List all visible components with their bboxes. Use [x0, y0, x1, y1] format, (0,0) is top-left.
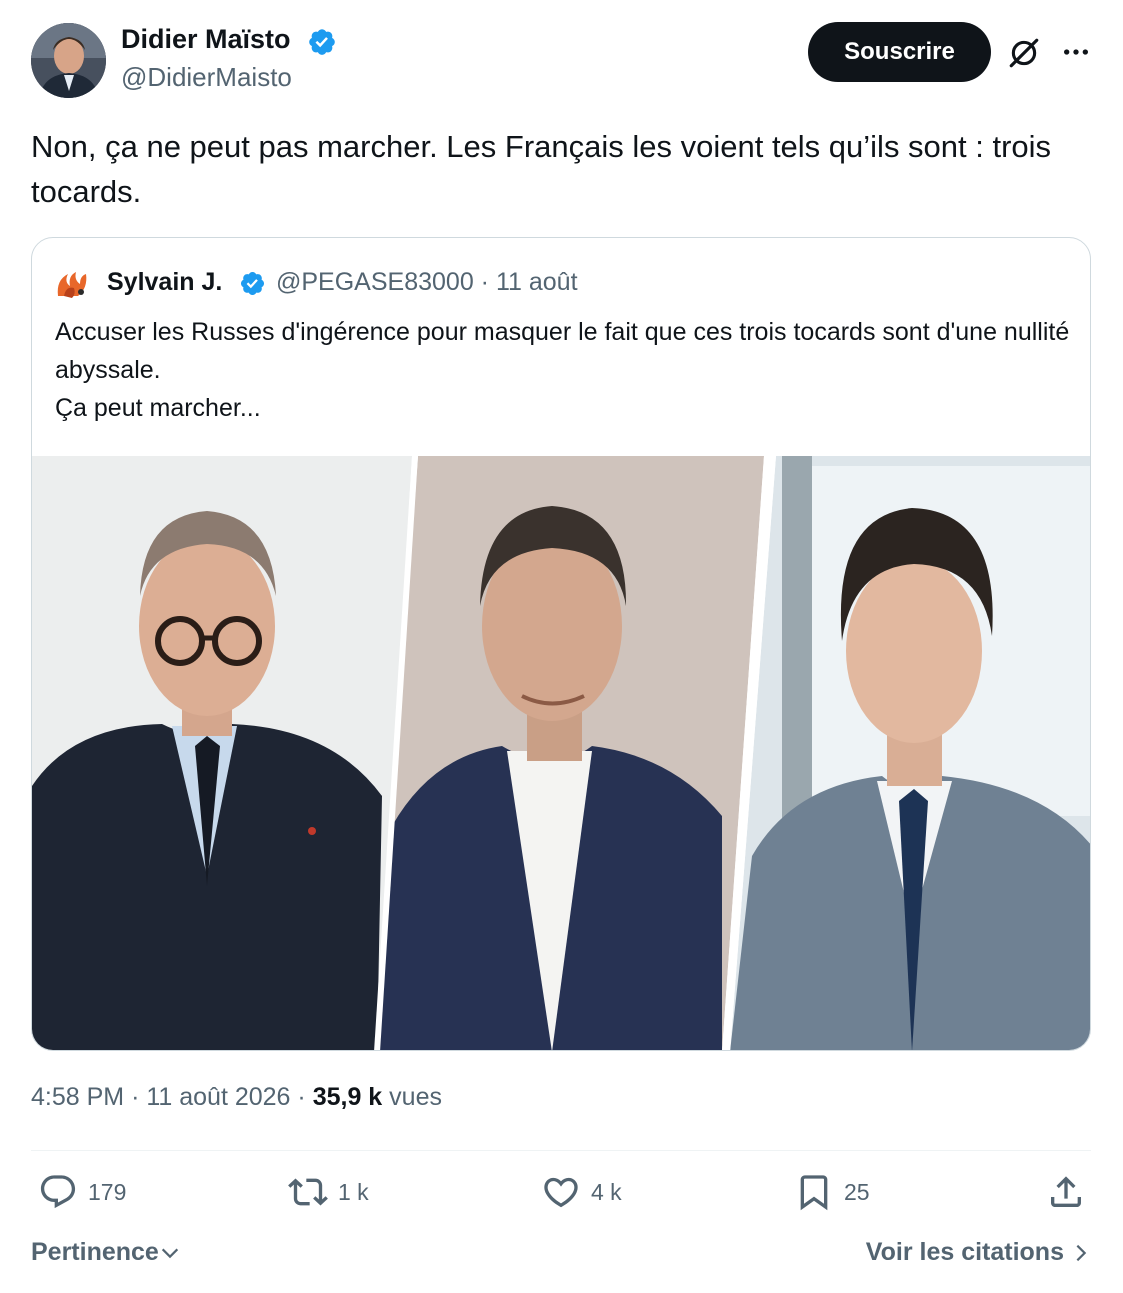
photo-window-frame — [782, 456, 812, 856]
more-icon[interactable] — [1060, 36, 1092, 68]
quote-separator: · — [480, 268, 489, 296]
quote-media-image[interactable] — [32, 456, 1091, 1051]
reply-icon — [40, 1175, 76, 1209]
meta-separator: · — [297, 1083, 306, 1111]
like-button[interactable]: 4 k — [541, 1172, 622, 1212]
view-quotes-label: Voir les citations — [865, 1238, 1064, 1266]
retweet-count: 1 k — [338, 1178, 369, 1205]
chevron-right-icon — [1076, 1244, 1087, 1261]
chevron-down-icon — [161, 1248, 178, 1258]
divider — [31, 1150, 1091, 1151]
quote-text: Accuser les Russes d'ingérence pour masq… — [55, 313, 1075, 427]
share-icon — [1051, 1176, 1081, 1207]
reply-button[interactable]: 179 — [38, 1172, 126, 1212]
views-count: 35,9 k — [312, 1083, 383, 1111]
author-name[interactable]: Didier Maïsto — [121, 24, 291, 55]
bookmark-button[interactable]: 25 — [794, 1172, 870, 1212]
tweet-date[interactable]: 11 août 2026 — [146, 1083, 290, 1111]
views-label: vues — [389, 1083, 442, 1111]
quote-author-name[interactable]: Sylvain J. — [107, 268, 222, 297]
tweet-time[interactable]: 4:58 PM — [31, 1083, 124, 1111]
view-quotes-link[interactable]: Voir les citations — [866, 1238, 1092, 1267]
bookmark-icon — [800, 1175, 828, 1211]
quote-author-avatar[interactable] — [54, 266, 90, 302]
share-button[interactable] — [1046, 1172, 1096, 1212]
sort-dropdown[interactable]: Pertinence — [31, 1238, 181, 1267]
retweet-button[interactable]: 1 k — [288, 1172, 369, 1212]
quote-text-line: Ça peut marcher... — [55, 394, 261, 422]
sort-label: Pertinence — [31, 1238, 159, 1266]
author-avatar[interactable] — [31, 23, 106, 98]
subscribe-button[interactable]: Souscrire — [808, 22, 991, 82]
tweet-text: Non, ça ne peut pas marcher. Les Françai… — [31, 129, 1052, 209]
bookmark-count: 25 — [844, 1178, 870, 1205]
avatar-image — [31, 23, 106, 98]
tweet-meta: 4:58 PM · 11 août 2026 · 35,9 k vues — [31, 1083, 442, 1112]
verified-badge-icon — [309, 29, 335, 55]
quote-verified-badge-icon — [240, 271, 265, 296]
quoted-tweet[interactable]: Sylvain J. @PEGASE83000 · 11 août Accuse… — [31, 237, 1091, 1051]
quote-date[interactable]: 11 août — [496, 268, 578, 296]
like-count: 4 k — [591, 1178, 622, 1205]
quote-author-handle[interactable]: @PEGASE83000 — [276, 268, 474, 296]
quote-author-handle-and-date: @PEGASE83000 · 11 août — [276, 268, 578, 297]
retweet-icon — [288, 1178, 328, 1206]
meta-separator: · — [131, 1083, 140, 1111]
author-handle[interactable]: @DidierMaisto — [121, 62, 292, 93]
grok-icon[interactable] — [1007, 36, 1041, 70]
reply-count: 179 — [88, 1178, 127, 1205]
heart-icon — [544, 1177, 578, 1208]
quote-text-line: Accuser les Russes d'ingérence pour masq… — [55, 318, 1070, 384]
